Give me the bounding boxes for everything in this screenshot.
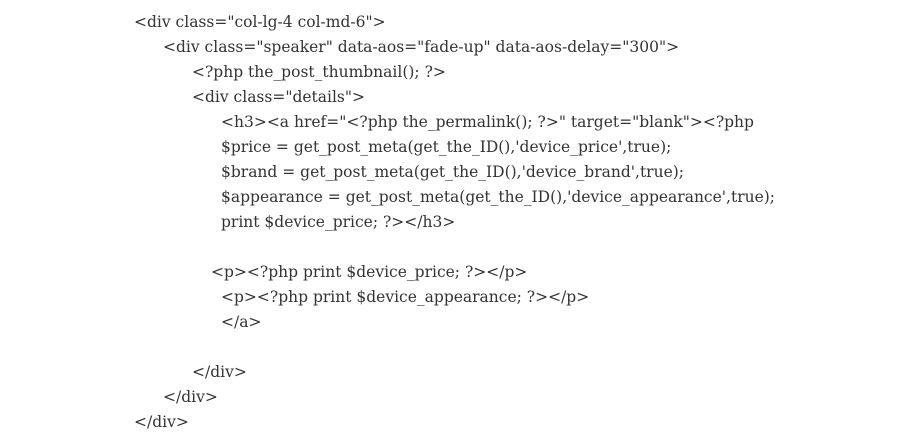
code-line: $brand = get_post_meta(get_the_ID(),'dev… (221, 163, 685, 181)
code-line: </div> (192, 363, 247, 381)
code-block: <div class="col-lg-4 col-md-6"> <div cla… (0, 10, 907, 435)
code-line: <p><?php print $device_price; ?></p> (211, 263, 528, 281)
code-line: </div> (134, 413, 189, 431)
code-line: <div class="col-lg-4 col-md-6"> (134, 13, 386, 31)
code-line: <div class="speaker" data-aos="fade-up" … (163, 38, 680, 56)
code-line: </a> (221, 313, 262, 331)
code-line: $price = get_post_meta(get_the_ID(),'dev… (221, 138, 672, 156)
code-line: <h3><a href="<?php the_permalink(); ?>" … (221, 113, 754, 131)
code-line: <?php the_post_thumbnail(); ?> (192, 63, 446, 81)
code-line: </div> (163, 388, 218, 406)
code-line: $appearance = get_post_meta(get_the_ID()… (221, 188, 776, 206)
code-line: print $device_price; ?></h3> (221, 213, 456, 231)
code-line: <div class="details"> (192, 88, 366, 106)
code-line: <p><?php print $device_appearance; ?></p… (221, 288, 590, 306)
